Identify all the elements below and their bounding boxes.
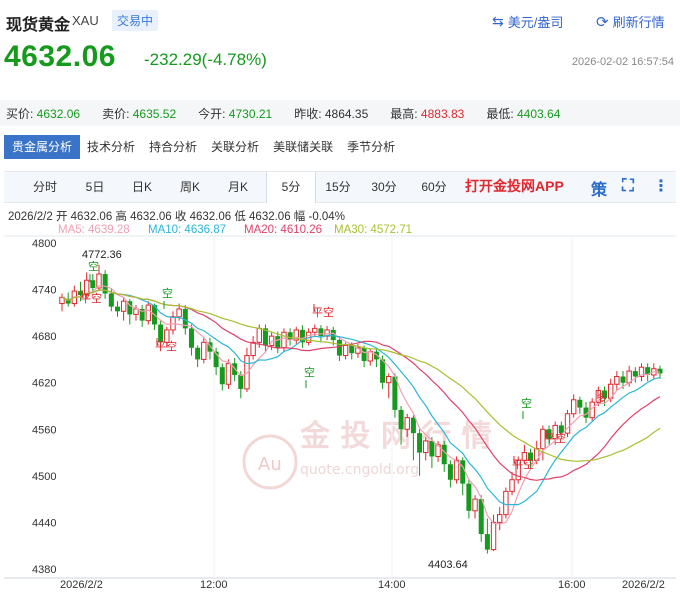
candle-body [466, 483, 472, 511]
x-tick-label: 2026/2/2 [622, 579, 665, 591]
trade-signal: 空 [88, 259, 99, 273]
candle-body [497, 514, 503, 523]
x-tick-label: 14:00 [378, 579, 406, 591]
candle-body [490, 521, 497, 551]
candle-body [219, 367, 225, 385]
low-annotation: 4403.64 [428, 559, 468, 571]
candle-body [453, 459, 460, 481]
candle-body [312, 327, 318, 333]
candle-body [398, 409, 404, 430]
candle-body [417, 433, 423, 453]
candle-body [423, 440, 429, 454]
candlestick-chart[interactable]: Au 金 投 网 行 情 quote.cngold.org 4800 4740 4680 4… [0, 0, 680, 592]
candle-body [318, 328, 324, 337]
trade-signal: 平空 [512, 457, 534, 471]
watermark-url: quote.cngold.org [300, 462, 419, 478]
candle-body [114, 306, 120, 312]
candle-body [238, 374, 244, 389]
y-tick-label: 4740 [32, 285, 56, 297]
y-tick-label: 4680 [32, 331, 56, 343]
x-tick-label: 16:00 [558, 579, 586, 591]
candle-body [188, 328, 194, 348]
candle-body [250, 341, 256, 357]
candle-body [275, 336, 281, 348]
candle-body [145, 304, 152, 322]
candle-body [256, 327, 262, 343]
x-tick-label: 12:00 [200, 579, 228, 591]
trade-signal: 空 [521, 396, 532, 410]
candle-body [201, 341, 207, 360]
candle-body [441, 444, 447, 465]
candle-body [570, 399, 577, 415]
candle-body [176, 308, 182, 318]
candle-body [410, 417, 416, 434]
candle-body [509, 479, 515, 492]
candle-body [361, 347, 367, 361]
candle-body [225, 362, 232, 385]
y-tick-label: 4500 [32, 471, 56, 483]
watermark-logo-text: Au [258, 454, 282, 475]
y-tick-label: 4380 [32, 564, 56, 576]
trade-signal: 平空 [80, 291, 102, 305]
candle-body [577, 399, 583, 408]
trade-signal: 空 [162, 286, 173, 300]
trade-signal: 平空 [312, 305, 334, 319]
candle-body [195, 347, 201, 360]
candle-body [447, 464, 453, 480]
trade-signal: 平空 [155, 339, 177, 353]
x-tick-label: 2026/2/2 [60, 579, 103, 591]
candle-body [386, 376, 392, 384]
candle-body [614, 376, 620, 385]
candle-body [620, 376, 626, 383]
candle-body [342, 344, 349, 357]
y-tick-label: 4620 [32, 378, 56, 390]
ma-line [61, 285, 661, 525]
watermark-text: 金 投 网 行 情 [299, 419, 492, 454]
candle-body [120, 300, 127, 312]
y-tick-label: 4800 [32, 238, 56, 250]
candle-body [484, 534, 490, 550]
candle-body [404, 417, 410, 430]
y-tick-label: 4440 [32, 517, 56, 529]
candle-body [349, 345, 355, 354]
candle-body [429, 440, 435, 457]
candle-body [632, 371, 638, 377]
candle-body [460, 460, 466, 484]
candle-body [472, 498, 478, 512]
candle-body [503, 490, 509, 516]
trade-signal: 空 [304, 365, 315, 379]
y-tick-label: 4560 [32, 424, 56, 436]
candle-body [657, 368, 663, 374]
trade-signal: 平空 [544, 431, 566, 445]
candle-body [108, 293, 114, 307]
candle-body [336, 340, 342, 356]
candle-body [281, 331, 287, 349]
candle-body [90, 280, 96, 289]
